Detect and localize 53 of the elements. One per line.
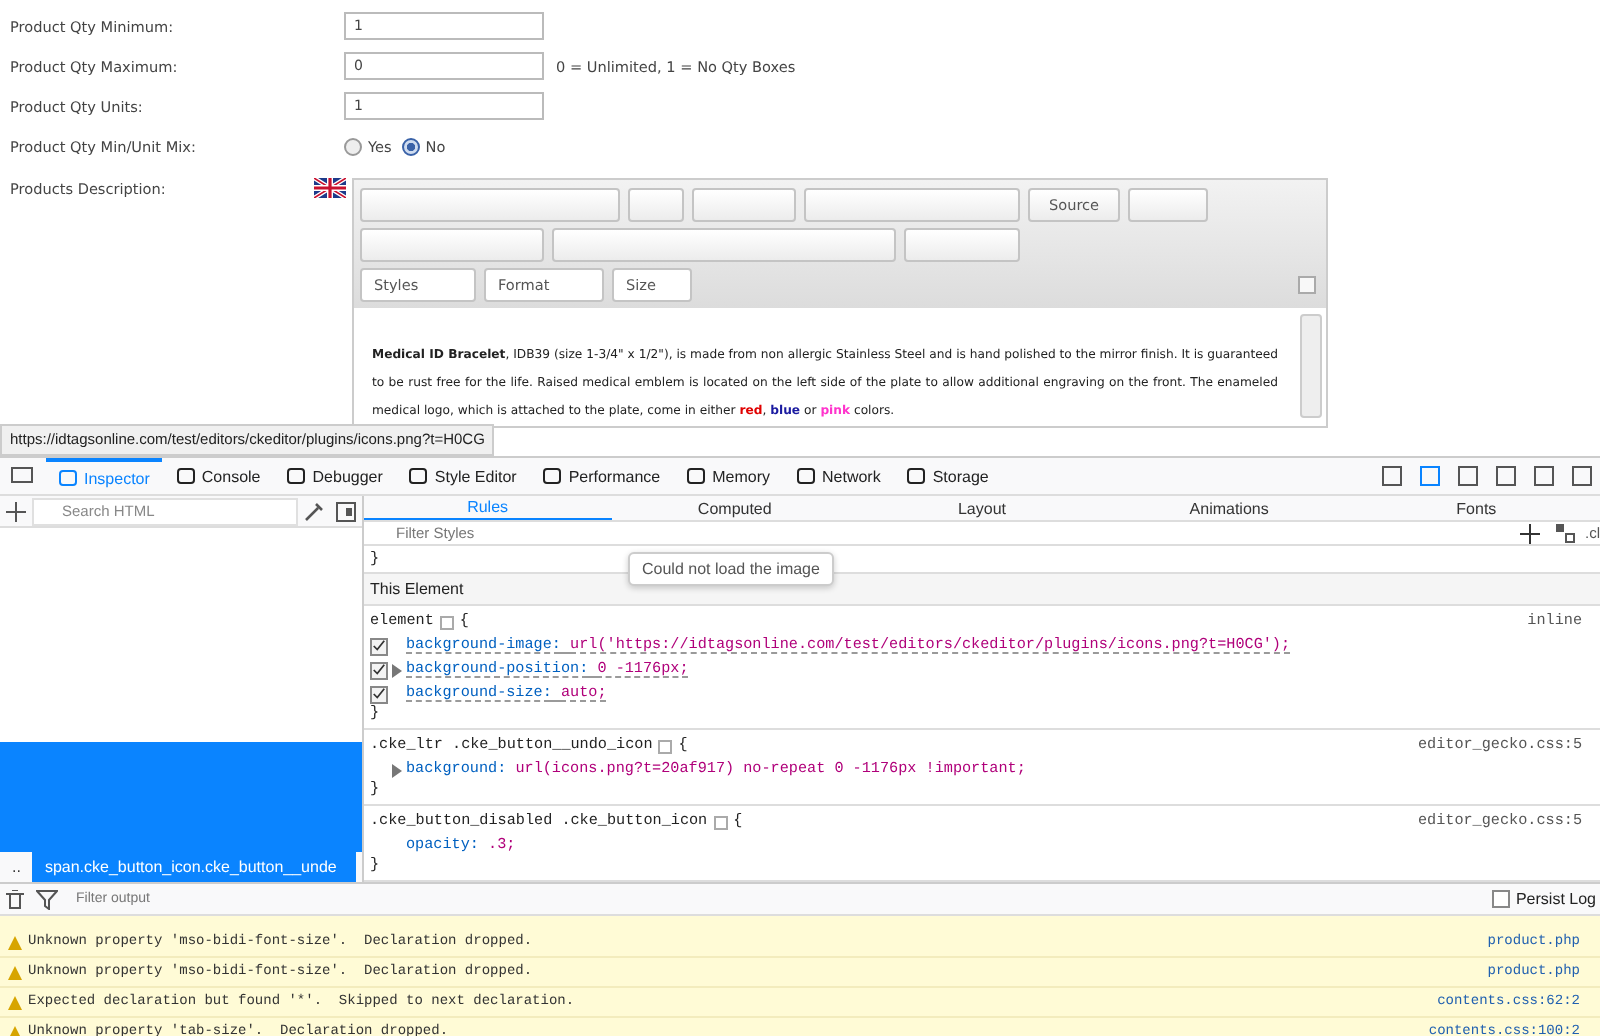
devtools-tab[interactable]: Debugger	[274, 458, 395, 494]
toolbar-icon[interactable]	[1532, 464, 1556, 488]
pick-element-icon[interactable]	[10, 466, 38, 486]
devtools-tab[interactable]: Storage	[894, 458, 1001, 494]
add-icon[interactable]	[6, 501, 26, 521]
toolbar-icon[interactable]	[1418, 464, 1442, 488]
panel-toggle-icon[interactable]	[336, 501, 356, 521]
warning-icon	[8, 965, 22, 979]
sidebar-tab[interactable]: Computed	[611, 496, 859, 520]
devtools-tab[interactable]: Network	[784, 458, 893, 494]
tab-icon	[286, 466, 307, 486]
expand-arrow-icon[interactable]	[392, 763, 402, 777]
devtools-tab[interactable]: Memory	[674, 458, 782, 494]
sidebar-tab[interactable]: Animations	[1105, 496, 1353, 520]
devtools-tab[interactable]: Style Editor	[396, 458, 529, 494]
warning-icon	[8, 995, 22, 1009]
persist-logs-checkbox[interactable]: Persist Log	[1491, 890, 1596, 908]
trash-icon[interactable]	[6, 889, 24, 909]
tooltip: Could not load the image	[628, 552, 834, 586]
add-rule-icon[interactable]	[1519, 523, 1539, 543]
sidebar-tab[interactable]: Fonts	[1352, 496, 1600, 520]
scrollbar[interactable]	[1300, 314, 1322, 418]
sidebar-tab[interactable]: Rules	[364, 496, 612, 520]
eyedropper-icon[interactable]	[304, 501, 324, 521]
toolbar-icon[interactable]	[1456, 464, 1480, 488]
sidebar-tab[interactable]: Layout	[858, 496, 1106, 520]
section-heading: This Element	[364, 574, 1600, 606]
pseudo-class-icon[interactable]	[1555, 523, 1575, 543]
expand-arrow-icon[interactable]	[392, 663, 402, 677]
flag-icon	[314, 178, 346, 198]
tab-icon	[175, 466, 196, 486]
warning-icon	[8, 1025, 22, 1036]
checkbox[interactable]	[370, 637, 388, 655]
highlight-toggle-icon[interactable]	[439, 615, 454, 629]
highlight-toggle-icon[interactable]	[713, 815, 728, 829]
tab-icon	[686, 466, 707, 486]
tab-icon	[408, 466, 429, 486]
toolbar-icon[interactable]	[1494, 464, 1518, 488]
tab-icon	[58, 468, 78, 488]
tab-icon	[906, 466, 927, 486]
checkbox[interactable]	[370, 661, 388, 679]
toolbar-icon[interactable]	[1380, 464, 1404, 488]
filter-icon[interactable]	[36, 889, 58, 909]
highlight-toggle-icon[interactable]	[658, 739, 673, 753]
breadcrumb-item[interactable]: ..	[0, 852, 33, 882]
breadcrumb-item[interactable]: span.cke_button_icon.cke_button__unde	[32, 852, 357, 882]
tab-icon	[796, 466, 816, 486]
devtools-tab[interactable]: Performance	[530, 458, 673, 494]
checkbox[interactable]	[370, 685, 388, 703]
devtools-tab[interactable]: Console	[163, 458, 273, 494]
toolbar-icon[interactable]	[1570, 464, 1594, 488]
warning-icon	[8, 935, 22, 949]
tab-icon	[542, 466, 563, 486]
